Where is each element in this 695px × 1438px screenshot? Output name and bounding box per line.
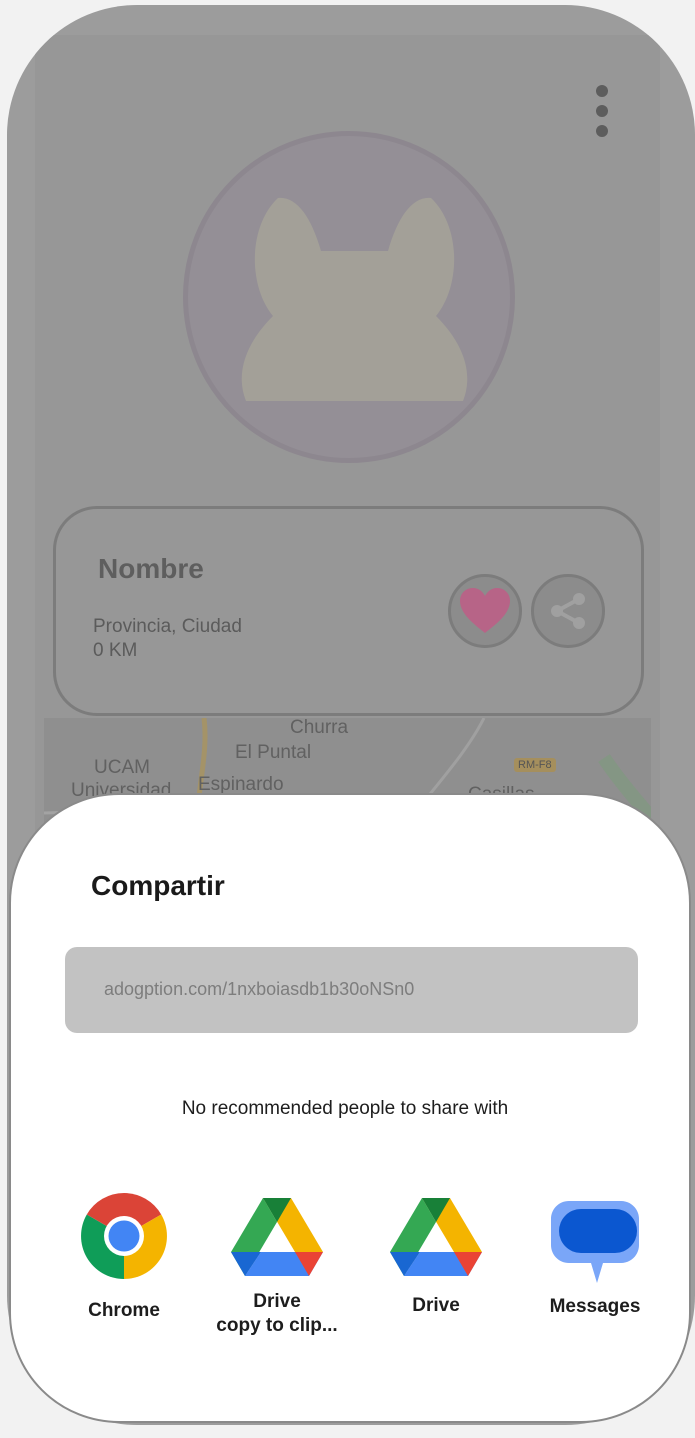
heart-icon — [460, 588, 510, 633]
share-sheet: Compartir adogption.com/1nxboiasdb1b30oN… — [9, 793, 691, 1423]
share-target-drive-label: Drive — [412, 1295, 460, 1316]
share-url-field[interactable]: adogption.com/1nxboiasdb1b30oNSn0 — [65, 947, 638, 1033]
chrome-icon — [81, 1193, 167, 1279]
pet-location: Provincia, Ciudad — [93, 616, 242, 637]
share-sheet-title: Compartir — [91, 870, 225, 901]
share-target-chrome[interactable]: Chrome — [79, 1191, 169, 1323]
share-button[interactable] — [531, 574, 605, 648]
pet-info-card: Nombre Provincia, Ciudad 0 KM — [53, 506, 644, 716]
pet-distance: 0 KM — [93, 640, 138, 661]
rabbit-silhouette-icon — [241, 197, 468, 401]
favorite-button[interactable] — [448, 574, 522, 648]
share-target-messages[interactable]: Messages — [539, 1201, 651, 1319]
drive-icon — [231, 1198, 323, 1276]
map-road-sign: RM-F8 — [514, 758, 556, 772]
share-target-drive-copy-label-2: copy to clip... — [216, 1315, 338, 1336]
share-icon — [551, 593, 585, 629]
share-target-drive[interactable]: Drive — [381, 1198, 491, 1318]
share-target-messages-label: Messages — [549, 1296, 641, 1317]
map-label-el-puntal: El Puntal — [235, 742, 312, 763]
pet-avatar — [183, 131, 515, 463]
no-recommendations-text: No recommended people to share with — [181, 1098, 509, 1119]
drive-icon — [390, 1198, 482, 1276]
map-label-churra: Churra — [290, 718, 349, 738]
pet-name: Nombre — [98, 553, 204, 584]
share-target-drive-copy-label-1: Drive — [253, 1291, 301, 1312]
share-url-text: adogption.com/1nxboiasdb1b30oNSn0 — [104, 979, 415, 999]
more-options-icon[interactable] — [591, 85, 613, 143]
map-label-ucam: UCAM — [94, 757, 150, 778]
messages-icon — [551, 1201, 639, 1283]
share-target-chrome-label: Chrome — [88, 1300, 160, 1321]
share-target-drive-copy[interactable]: Drive copy to clip... — [207, 1198, 347, 1338]
